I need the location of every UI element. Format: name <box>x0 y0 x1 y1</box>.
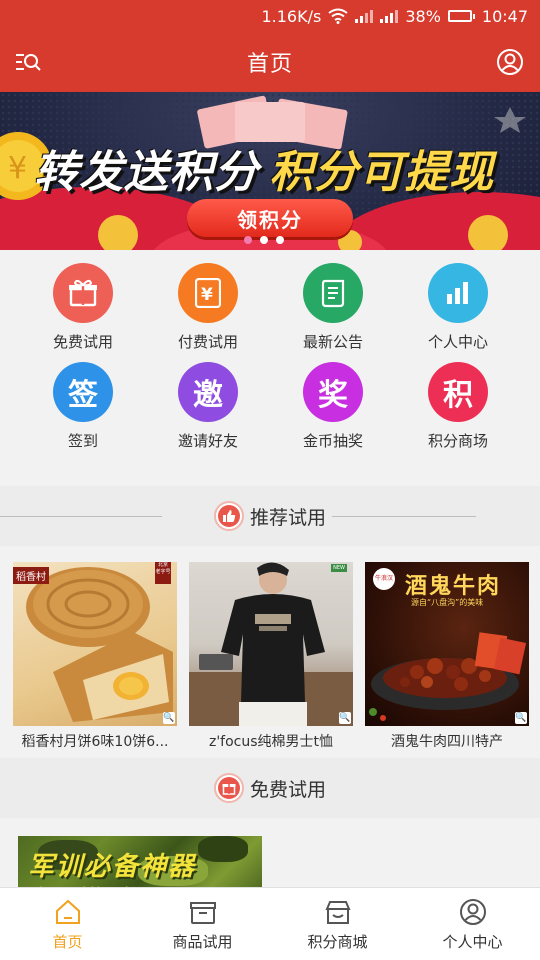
menu-free-trial[interactable]: 免费试用 <box>23 263 143 355</box>
tab-label: 个人中心 <box>442 932 503 951</box>
svg-text:¥: ¥ <box>201 285 213 305</box>
zoom-icon: 🔍 <box>515 712 527 724</box>
pager-dot[interactable] <box>260 236 268 244</box>
gift-icon <box>213 773 244 803</box>
home-icon <box>55 899 80 924</box>
page-title: 首页 <box>246 52 293 77</box>
lottery-icon: 奖 <box>303 362 363 422</box>
menu-label: 签到 <box>67 432 98 450</box>
free-banner-title: 军训必备神器 <box>28 852 197 882</box>
tab-label: 积分商城 <box>307 932 368 951</box>
headline-white: 转发送积分 <box>34 148 259 197</box>
tab-home[interactable]: 首页 <box>0 888 135 960</box>
feature-grid: 免费试用 ¥ 付费试用 最新公告 个人中心 签 签到 邀 邀请好友 奖 金币抽奖… <box>0 250 540 486</box>
pager-dot[interactable] <box>276 236 284 244</box>
menu-search-icon <box>16 54 41 71</box>
menu-label: 积分商场 <box>427 432 488 450</box>
menu-search-button[interactable] <box>12 46 44 78</box>
store-icon <box>324 900 351 924</box>
screen: 1.16K/s 38% 10:47 首页 ¥ 转发送积分 积分可提现 领积分 免… <box>0 0 540 960</box>
banner-pager <box>244 236 284 244</box>
menu-lottery[interactable]: 奖 金币抽奖 <box>273 362 393 454</box>
menu-label: 付费试用 <box>177 333 238 351</box>
heritage-badge: 北京 老字号 <box>155 562 171 584</box>
menu-announcement[interactable]: 最新公告 <box>273 263 393 355</box>
yen-icon: ¥ <box>178 263 238 323</box>
free-trial-section-header: 免费试用 <box>0 758 540 818</box>
recommend-section-header: 推荐试用 <box>0 486 540 546</box>
menu-label: 最新公告 <box>302 333 363 351</box>
scroll-icon <box>303 263 363 323</box>
clock: 10:47 <box>481 6 528 26</box>
menu-label: 免费试用 <box>52 333 113 351</box>
tab-label: 首页 <box>52 932 83 951</box>
status-bar: 1.16K/s 38% 10:47 <box>0 0 540 32</box>
profile-button[interactable] <box>494 46 526 78</box>
invite-icon: 邀 <box>178 362 238 422</box>
headline-yellow: 积分可提现 <box>269 148 494 197</box>
menu-label: 个人中心 <box>427 333 488 351</box>
user-icon <box>459 898 486 925</box>
thumbs-up-icon <box>213 501 244 531</box>
tab-product-trial[interactable]: 商品试用 <box>135 888 270 960</box>
menu-label: 邀请好友 <box>177 432 238 450</box>
brand-label: 稻香村 <box>13 567 49 584</box>
menu-invite[interactable]: 邀 邀请好友 <box>148 362 268 454</box>
bar-chart-icon <box>428 263 488 323</box>
signal-icon-2 <box>380 9 399 23</box>
menu-sign-in[interactable]: 签 签到 <box>23 362 143 454</box>
app-header: 首页 <box>0 32 540 92</box>
box-icon <box>189 901 216 924</box>
product-card[interactable]: 牛浪汉 酒鬼牛肉 源自“八盘沟”的美味 🔍 酒鬼牛肉四川特产 <box>365 562 529 754</box>
product-card[interactable]: 稻香村 北京 老字号 🔍 稻香村月饼6味10饼6... <box>13 562 177 754</box>
beef-subtitle: 源自“八盘沟”的美味 <box>411 598 484 607</box>
tab-points-store[interactable]: 积分商城 <box>270 888 405 960</box>
section-title: 推荐试用 <box>249 506 326 529</box>
network-speed: 1.16K/s <box>261 6 322 26</box>
user-circle-icon <box>497 49 523 75</box>
menu-profile-center[interactable]: 个人中心 <box>398 263 518 355</box>
sign-in-icon: 签 <box>53 362 113 422</box>
pager-dot[interactable] <box>244 236 252 244</box>
product-image-tshirt[interactable]: NEW 🔍 <box>189 562 353 726</box>
product-card[interactable]: NEW 🔍 z'focus纯棉男士t恤 <box>189 562 353 754</box>
divider <box>0 516 162 517</box>
zoom-icon: 🔍 <box>163 712 175 724</box>
battery-percent: 38% <box>405 6 441 26</box>
divider <box>316 516 476 517</box>
battery-icon <box>447 10 475 22</box>
product-name: z'focus纯棉男士t恤 <box>208 734 334 750</box>
claim-points-button[interactable]: 领积分 <box>187 199 353 237</box>
tab-profile[interactable]: 个人中心 <box>405 888 540 960</box>
product-image-beef[interactable]: 牛浪汉 酒鬼牛肉 源自“八盘沟”的美味 🔍 <box>365 562 529 726</box>
promo-banner[interactable]: ¥ 转发送积分 积分可提现 领积分 <box>0 92 540 250</box>
beef-title: 酒鬼牛肉 <box>405 574 502 599</box>
gift-icon <box>53 263 113 323</box>
product-image-mooncake[interactable]: 稻香村 北京 老字号 🔍 <box>13 562 177 726</box>
points-icon: 积 <box>428 362 488 422</box>
signal-icon <box>355 9 374 23</box>
svg-text:¥: ¥ <box>8 151 27 186</box>
free-trial-list: 军训必备神器 防晒 · 防蚊 · 降温 <box>0 818 540 896</box>
new-badge: NEW <box>331 564 347 572</box>
brand-logo: 牛浪汉 <box>373 568 395 590</box>
menu-paid-trial[interactable]: ¥ 付费试用 <box>148 263 268 355</box>
tab-label: 商品试用 <box>172 932 233 951</box>
product-name: 稻香村月饼6味10饼6... <box>21 734 169 750</box>
bottom-tab-bar: 首页 商品试用 积分商城 个人中心 <box>0 887 540 960</box>
banner-headline: 转发送积分 积分可提现 <box>34 136 494 200</box>
product-name: 酒鬼牛肉四川特产 <box>391 734 503 750</box>
product-list: 稻香村 北京 老字号 🔍 稻香村月饼6味10饼6... NEW 🔍 z'focu… <box>0 546 540 758</box>
menu-points-mall[interactable]: 积 积分商场 <box>398 362 518 454</box>
zoom-icon: 🔍 <box>339 712 351 724</box>
wifi-icon <box>328 8 348 24</box>
section-title: 免费试用 <box>249 778 326 801</box>
menu-label: 金币抽奖 <box>302 432 363 450</box>
